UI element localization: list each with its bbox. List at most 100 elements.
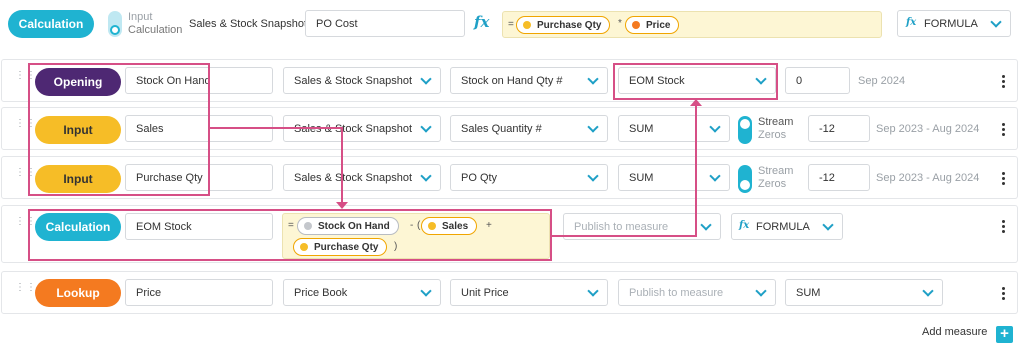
connector-horizontal-bottom (552, 235, 697, 237)
offset-value: -12 (819, 122, 835, 135)
connector-vertical-up (695, 103, 697, 237)
highlight-eom-stock-calculation (28, 209, 552, 261)
input-dot-icon (523, 21, 531, 29)
offset-value: -12 (819, 171, 835, 184)
lookup-dot-icon (632, 21, 640, 29)
top-measure-bar: Calculation Input Calculation Sales & St… (0, 0, 1024, 48)
field-value: PO Qty (461, 171, 498, 184)
aggregation-value: SUM (796, 286, 821, 299)
measure-type-pill[interactable]: Calculation (8, 10, 94, 38)
zeros-label: Zeros (758, 178, 787, 190)
offset-input[interactable]: -12 (808, 115, 870, 142)
publish-placeholder: Publish to measure (574, 220, 669, 233)
period-label: Sep 2024 (858, 75, 906, 87)
chevron-down-icon (822, 219, 834, 231)
drag-handle-icon[interactable]: ⋮⋮ (15, 168, 36, 183)
offset-input[interactable]: 0 (785, 67, 850, 94)
token-label: Price (646, 19, 671, 31)
aggregation-select[interactable]: SUM (785, 279, 943, 306)
fx-icon: fx (906, 17, 917, 28)
kebab-menu-icon[interactable] (1002, 220, 1006, 235)
chevron-down-icon (587, 73, 599, 85)
chevron-down-icon (755, 285, 767, 297)
field-value: Stock on Hand Qty # (461, 74, 563, 87)
field-select[interactable]: Stock on Hand Qty # (450, 67, 608, 94)
offset-input[interactable]: -12 (808, 164, 870, 191)
method-value: FORMULA (924, 17, 978, 30)
chevron-down-icon (700, 219, 712, 231)
chevron-down-icon (587, 285, 599, 297)
publish-to-measure-select[interactable]: Publish to measure (618, 279, 776, 306)
dataset-value: Price Book (294, 286, 348, 299)
highlight-eom-stock-aggregation (613, 63, 778, 100)
field-select[interactable]: PO Qty (450, 164, 608, 191)
stream-label: Stream (758, 165, 794, 177)
formula-equals: = (508, 19, 514, 30)
aggregation-select[interactable]: SUM (618, 115, 730, 142)
dataset-select[interactable]: Price Book (283, 279, 441, 306)
dataset-select[interactable]: Sales & Stock Snapshot (283, 67, 441, 94)
field-select[interactable]: Sales Quantity # (450, 115, 608, 142)
aggregation-value: SUM (629, 122, 654, 135)
highlight-input-measures (28, 63, 210, 196)
chevron-down-icon (420, 121, 432, 133)
aggregation-value: SUM (629, 171, 654, 184)
chevron-down-icon (420, 285, 432, 297)
dataset-value: Sales & Stock Snapshot (294, 171, 413, 184)
toggle-label-calculation: Calculation (128, 24, 183, 36)
kebab-menu-icon[interactable] (1002, 287, 1006, 302)
token-label: Purchase Qty (537, 19, 602, 31)
arrowhead-up-icon (690, 99, 702, 106)
measure-name-value: Price (136, 286, 162, 299)
dataset-label: Sales & Stock Snapshot (189, 18, 308, 30)
chevron-down-icon (990, 16, 1002, 28)
offset-value: 0 (796, 74, 803, 87)
chevron-down-icon (587, 121, 599, 133)
add-measure-label[interactable]: Add measure (922, 326, 987, 338)
formula-editor[interactable]: = Purchase Qty * Price (502, 11, 882, 38)
method-value: FORMULA (756, 220, 810, 233)
stream-zeros-toggle[interactable] (738, 165, 752, 193)
add-measure-button[interactable]: + (996, 326, 1013, 343)
fx-icon: fx (739, 220, 750, 231)
method-select[interactable]: fx FORMULA (731, 213, 843, 240)
drag-handle-icon[interactable]: ⋮⋮ (15, 217, 36, 232)
period-label: Sep 2023 - Aug 2024 (876, 172, 980, 184)
chevron-down-icon (709, 170, 721, 182)
drag-handle-icon[interactable]: ⋮⋮ (15, 71, 36, 86)
stream-zeros-toggle[interactable] (738, 116, 752, 144)
publish-placeholder: Publish to measure (629, 286, 724, 299)
field-value: Unit Price (461, 286, 509, 299)
chevron-down-icon (709, 121, 721, 133)
zeros-label: Zeros (758, 129, 787, 141)
dataset-select[interactable]: Sales & Stock Snapshot (283, 164, 441, 191)
chevron-down-icon (420, 73, 432, 85)
formula-token-price[interactable]: Price (625, 16, 680, 34)
formula-token-purchase-qty[interactable]: Purchase Qty (516, 16, 611, 34)
measure-type-pill[interactable]: Lookup (35, 279, 121, 307)
formula-operator: * (618, 18, 622, 29)
drag-handle-icon[interactable]: ⋮⋮ (15, 283, 36, 298)
fx-icon: fx (474, 13, 490, 31)
chevron-down-icon (587, 170, 599, 182)
connector-vertical-down (341, 127, 343, 205)
measure-name-value: PO Cost (316, 17, 358, 30)
drag-handle-icon[interactable]: ⋮⋮ (15, 119, 36, 134)
measure-row-lookup-price: ⋮⋮ Lookup Price Price Book Unit Price Pu… (1, 271, 1018, 314)
stream-label: Stream (758, 116, 794, 128)
kebab-menu-icon[interactable] (1002, 123, 1006, 138)
aggregation-select[interactable]: SUM (618, 164, 730, 191)
chevron-down-icon (420, 170, 432, 182)
input-calculation-toggle[interactable] (108, 11, 122, 37)
measure-name-input[interactable]: Price (125, 279, 273, 306)
kebab-menu-icon[interactable] (1002, 75, 1006, 90)
measure-name-input[interactable]: PO Cost (305, 10, 465, 37)
period-label: Sep 2023 - Aug 2024 (876, 123, 980, 135)
field-select[interactable]: Unit Price (450, 279, 608, 306)
connector-horizontal-top (210, 127, 343, 129)
arrowhead-down-icon (336, 202, 348, 209)
method-select[interactable]: fx FORMULA (897, 10, 1011, 37)
chevron-down-icon (922, 285, 934, 297)
kebab-menu-icon[interactable] (1002, 172, 1006, 187)
dataset-value: Sales & Stock Snapshot (294, 74, 413, 87)
